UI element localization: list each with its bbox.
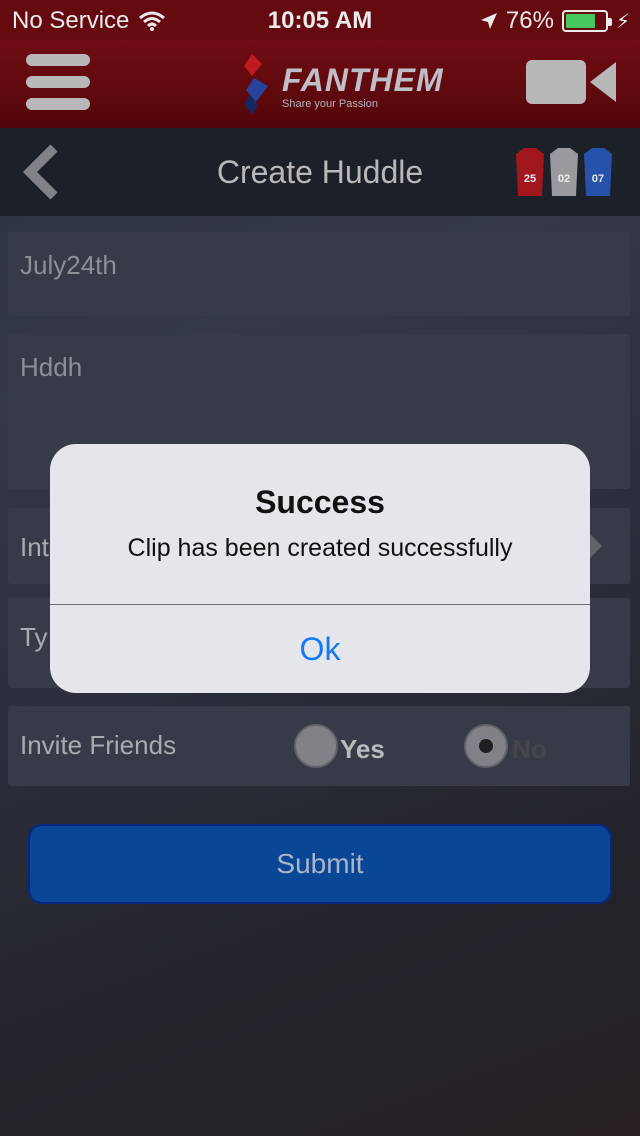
success-alert: Success Clip has been created successful…	[50, 444, 590, 693]
alert-ok-button[interactable]: Ok	[50, 605, 590, 693]
alert-title: Success	[255, 484, 385, 520]
alert-message: Clip has been created successfully	[127, 534, 513, 562]
